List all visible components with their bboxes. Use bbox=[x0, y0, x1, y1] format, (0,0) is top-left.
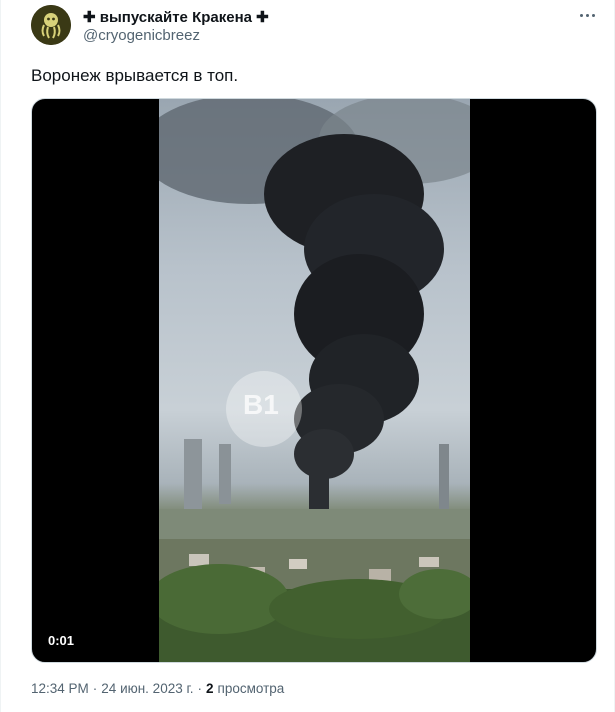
avatar[interactable] bbox=[31, 5, 71, 45]
video-duration: 0:01 bbox=[48, 633, 75, 648]
author-name-row[interactable]: ✚ выпускайте Кракена ✚ bbox=[83, 7, 269, 27]
author-handle[interactable]: @cryogenicbreez bbox=[83, 27, 200, 44]
video-player[interactable]: В1 0:01 bbox=[31, 98, 597, 663]
more-horizontal-icon bbox=[579, 13, 583, 17]
tweet-time[interactable]: 12:34 PM bbox=[31, 681, 89, 696]
left-border bbox=[0, 0, 1, 712]
more-dot bbox=[585, 13, 589, 17]
author-display-name[interactable]: ✚ выпускайте Кракена ✚ bbox=[83, 8, 269, 26]
tweet-card: ✚ выпускайте Кракена ✚ @cryogenicbreez В… bbox=[0, 0, 615, 712]
video-thumbnail bbox=[159, 99, 470, 662]
tweet-meta: 12:34 PM · 24 июн. 2023 г. · 2 просмотра bbox=[31, 681, 284, 696]
views-label: просмотра bbox=[217, 681, 285, 696]
tweet-date[interactable]: 24 июн. 2023 г. bbox=[101, 681, 193, 696]
more-button[interactable] bbox=[572, 6, 602, 24]
video-frame[interactable]: В1 bbox=[159, 99, 470, 662]
watermark-logo: В1 bbox=[243, 389, 279, 420]
meta-separator: · bbox=[92, 681, 98, 696]
meta-separator: · bbox=[197, 681, 203, 696]
views-count: 2 bbox=[206, 681, 214, 696]
tweet-text: Воронеж врывается в топ. bbox=[31, 66, 239, 85]
more-dot bbox=[591, 13, 595, 17]
kraken-avatar-icon bbox=[31, 5, 71, 45]
